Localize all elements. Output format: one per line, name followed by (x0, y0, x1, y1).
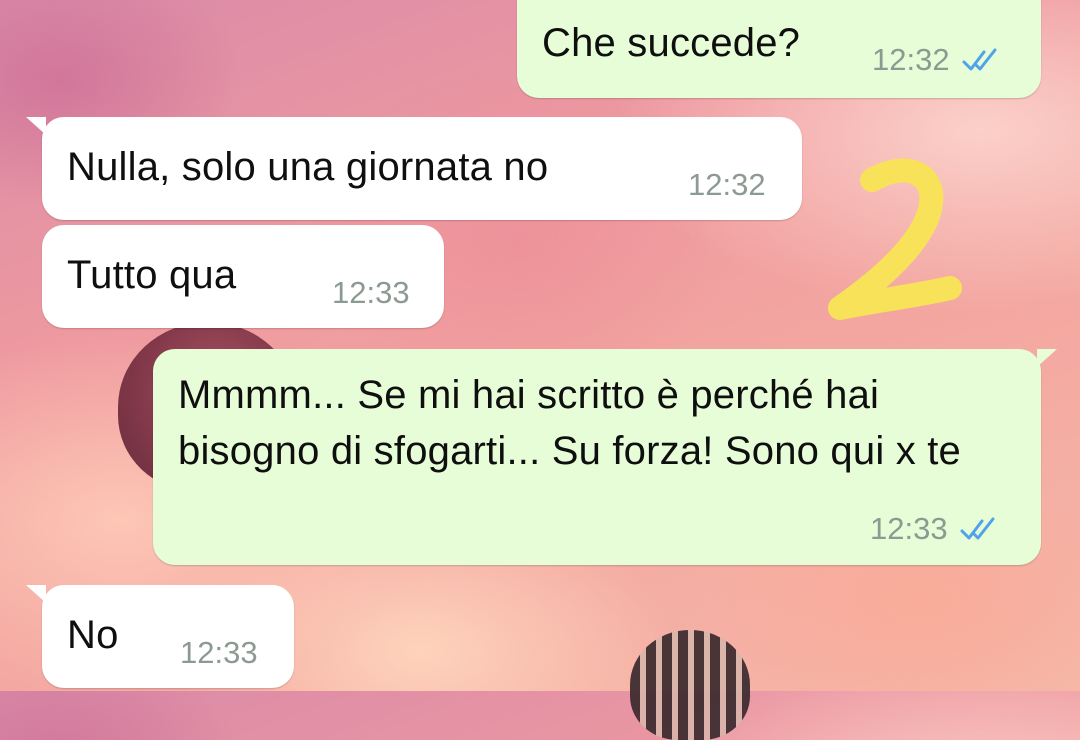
bubble-tail (26, 117, 46, 135)
message-meta: 12:33 (870, 511, 1002, 547)
message-text: Tutto qua (67, 253, 237, 297)
message-text: No (67, 613, 119, 657)
background-balloon-striped (630, 630, 750, 740)
message-meta: 12:32 (872, 42, 1004, 78)
double-check-icon (962, 48, 997, 71)
message-text: Nulla, solo una giornata no (67, 145, 549, 189)
message-meta: 12:33 (180, 635, 258, 671)
bubble-tail (1037, 349, 1057, 367)
message-time: 12:33 (332, 275, 410, 310)
message-meta: 12:32 (688, 167, 766, 203)
message-bubble-incoming[interactable]: No 12:33 (26, 585, 294, 688)
message-time: 12:33 (180, 635, 258, 670)
message-time: 12:32 (872, 42, 950, 77)
message-bubble-outgoing[interactable]: Mmmm... Se mi hai scritto è perché hai b… (153, 349, 1057, 565)
message-time: 12:32 (688, 167, 766, 202)
message-bubble-incoming[interactable]: Nulla, solo una giornata no 12:32 (26, 117, 802, 220)
double-check-icon (960, 517, 995, 540)
bubble-tail (26, 585, 46, 603)
message-meta: 12:33 (332, 275, 410, 311)
message-text: Mmmm... Se mi hai scritto è perché hai b… (178, 373, 961, 473)
message-bubble-outgoing[interactable]: Che succede? 12:32 (517, 0, 1041, 98)
message-bubble-incoming[interactable]: Tutto qua 12:33 (42, 225, 444, 328)
message-text: Che succede? (542, 21, 801, 65)
handwritten-annotation-2 (828, 158, 962, 320)
message-time: 12:33 (870, 511, 948, 546)
